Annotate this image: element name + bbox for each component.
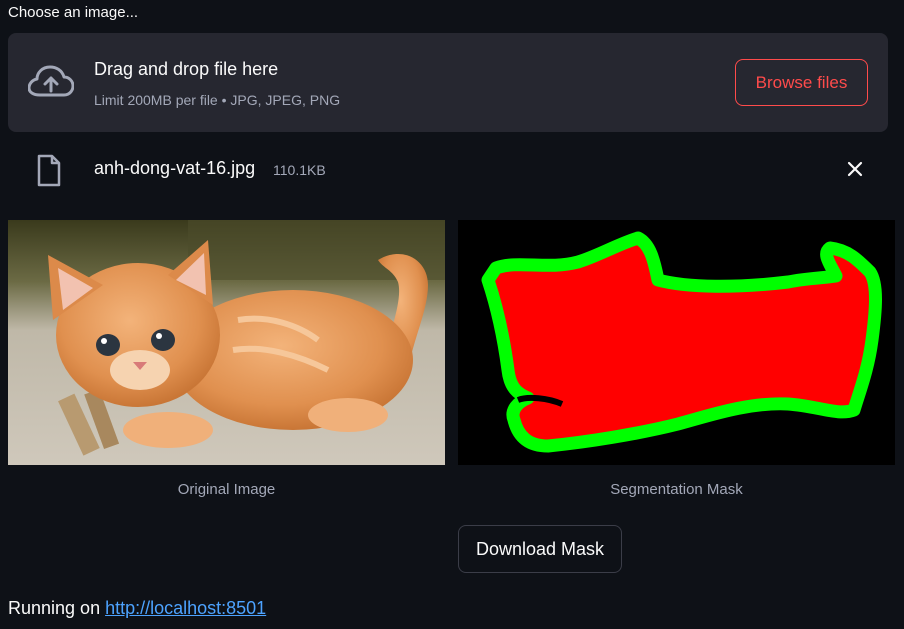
file-name: anh-dong-vat-16.jpg [94, 158, 256, 178]
uploaded-file-row: anh-dong-vat-16.jpg 110.1KB [8, 146, 888, 194]
dropzone-limits: Limit 200MB per file • JPG, JPEG, PNG [94, 92, 341, 108]
browse-files-button[interactable]: Browse files [735, 59, 868, 106]
original-image-caption: Original Image [177, 481, 276, 498]
cloud-upload-icon [28, 65, 74, 97]
file-dropzone[interactable]: Drag and drop file here Limit 200MB per … [8, 33, 888, 132]
uploader-label: Choose an image... [8, 4, 139, 21]
remove-file-button[interactable] [844, 158, 866, 180]
file-icon [37, 154, 61, 187]
mask-image-caption: Segmentation Mask [610, 481, 743, 498]
localhost-link[interactable]: http://localhost:8501 [105, 598, 266, 618]
close-icon [847, 161, 863, 177]
footer-status: Running on http://localhost:8501 [8, 598, 266, 619]
dropzone-title: Drag and drop file here [94, 59, 279, 79]
file-size: 110.1KB [273, 162, 326, 178]
original-image [8, 220, 445, 465]
footer-prefix: Running on [8, 598, 106, 618]
download-mask-button[interactable]: Download Mask [458, 525, 622, 573]
segmentation-mask-image [458, 220, 895, 465]
